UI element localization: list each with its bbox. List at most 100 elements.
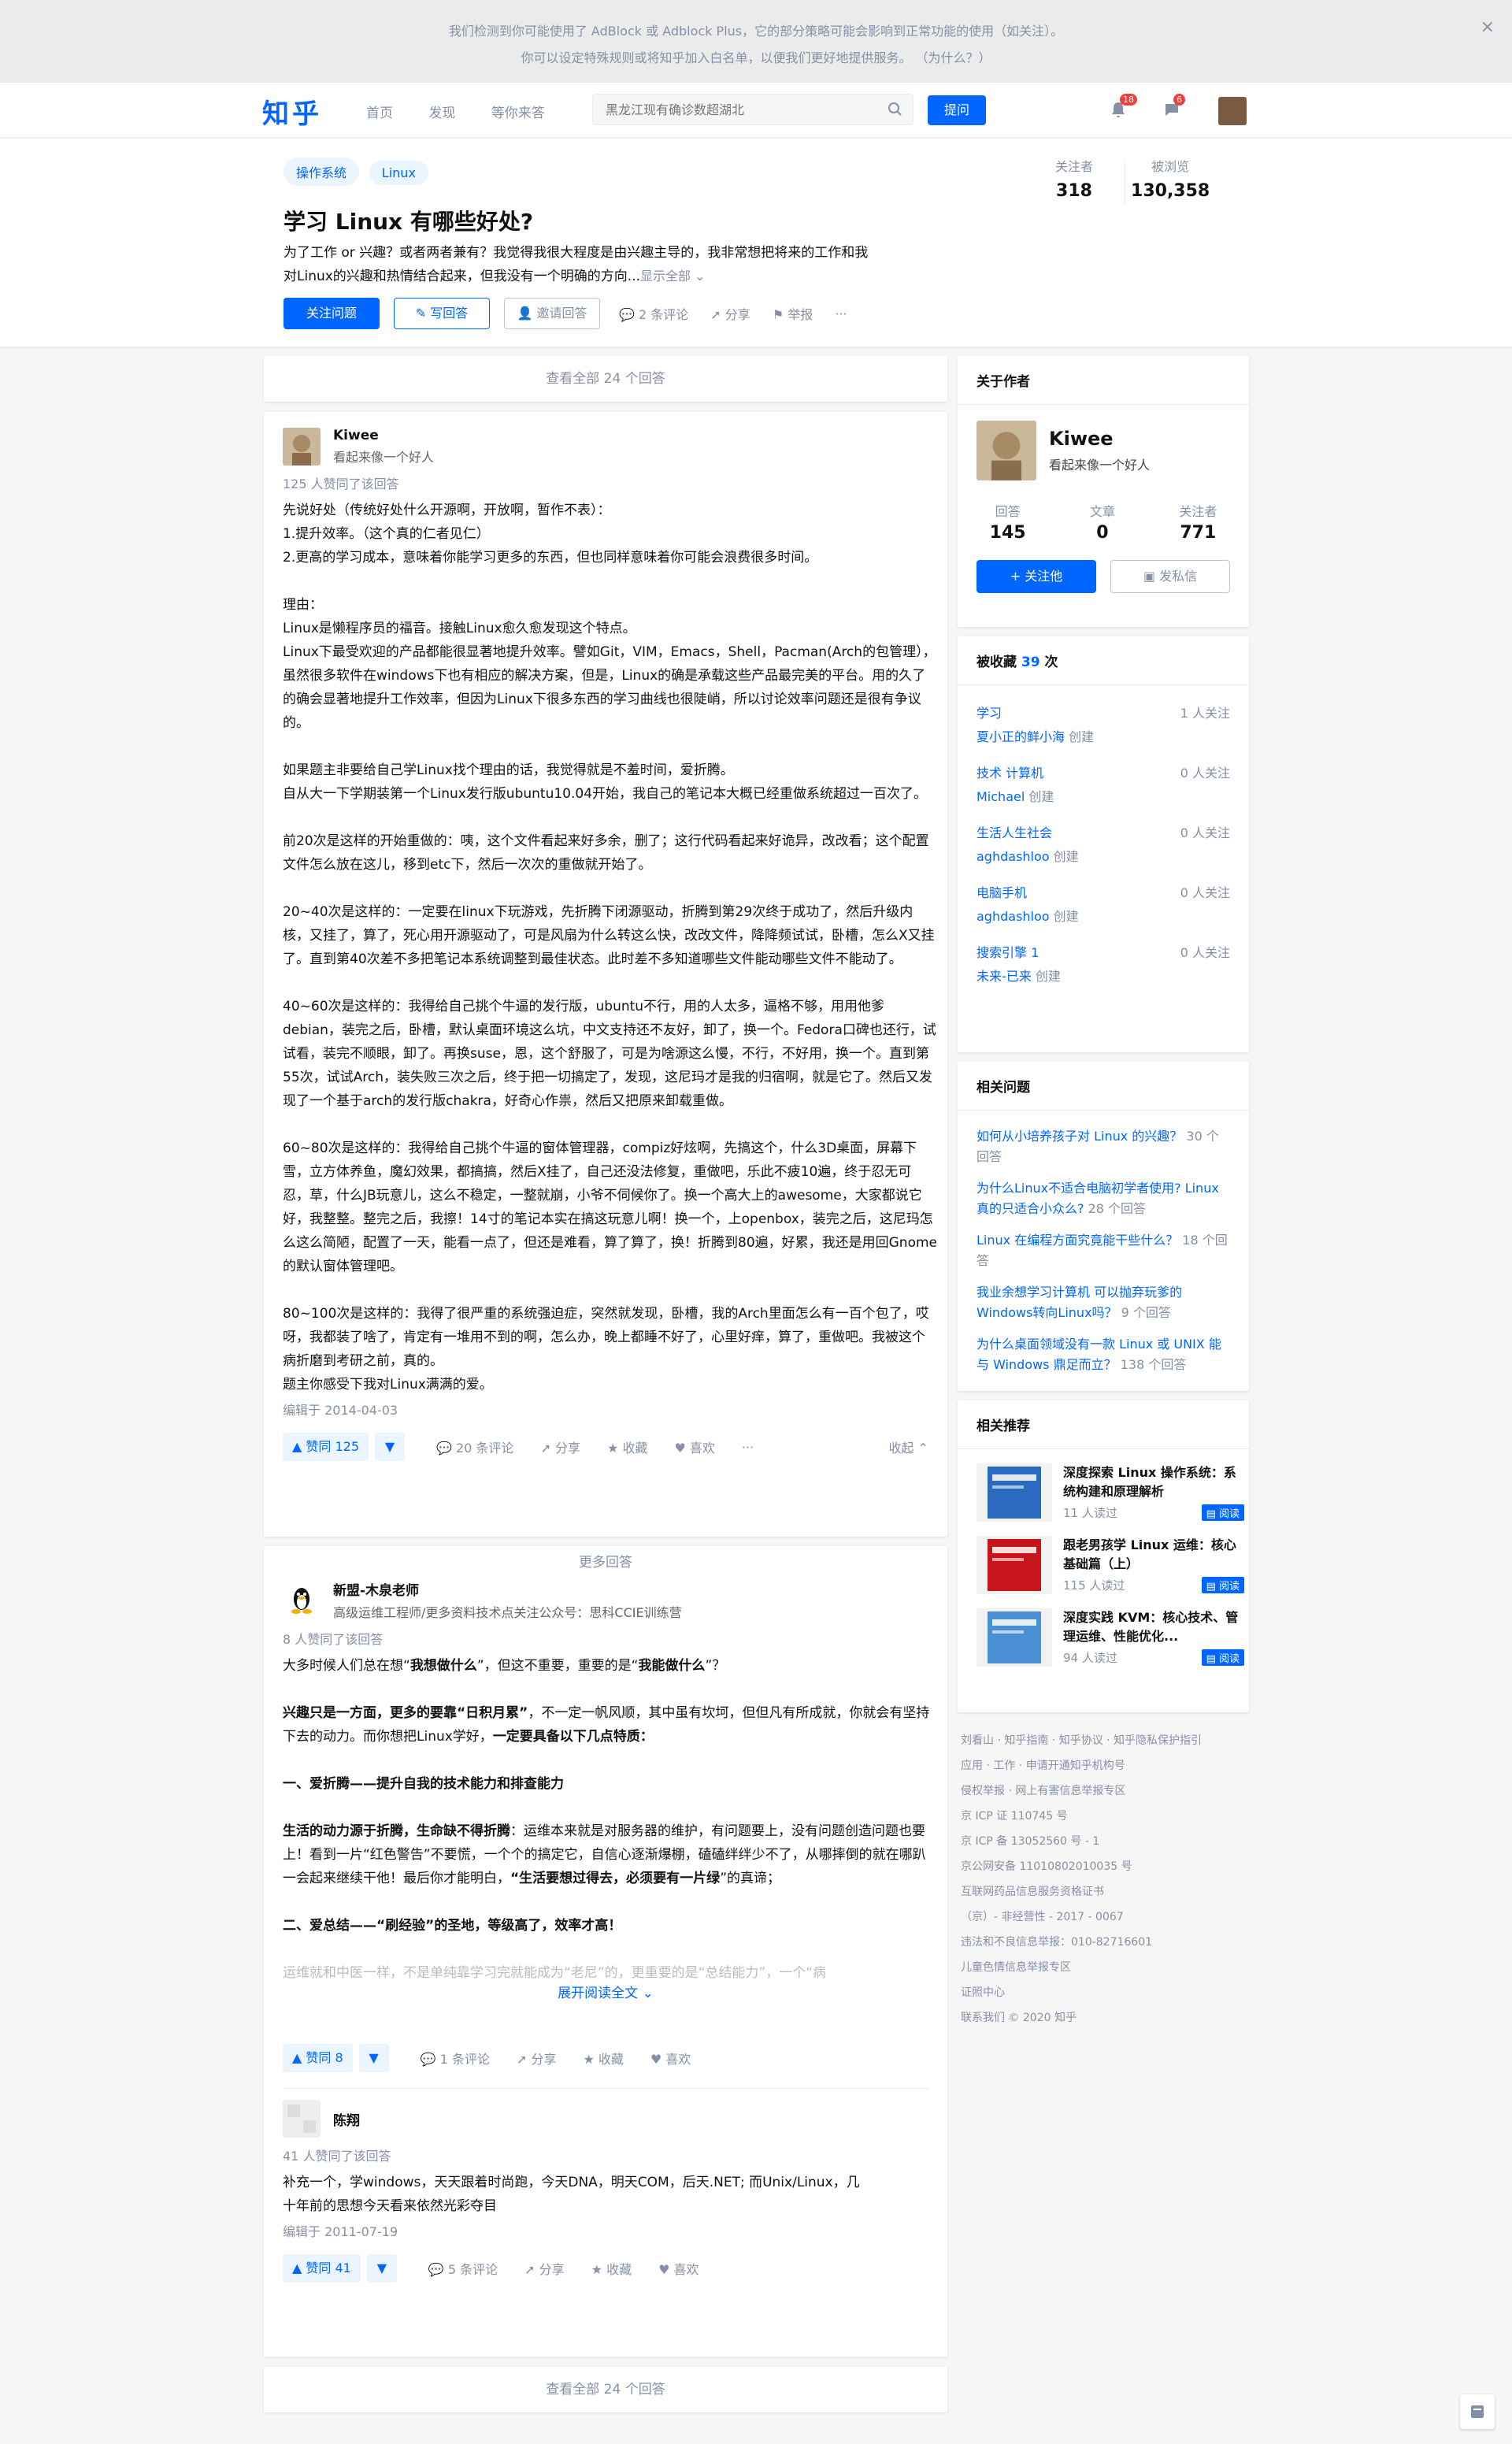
recommend-title[interactable]: 跟老男孩学 Linux 运维：核心基础篇（上） — [1063, 1536, 1244, 1574]
search-icon[interactable] — [888, 102, 903, 121]
ask-button[interactable]: 提问 — [928, 95, 986, 125]
related-question[interactable]: 为什么桌面领域没有一款 Linux 或 UNIX 能与 Windows 鼎足而立… — [958, 1334, 1249, 1375]
more-icon[interactable]: ··· — [742, 1440, 754, 1455]
like-button[interactable]: ♥ 喜欢 — [658, 2259, 699, 2278]
question-share[interactable]: ➚ 分享 — [710, 304, 750, 323]
like-button[interactable]: ♥ 喜欢 — [674, 1437, 714, 1456]
avatar[interactable] — [283, 428, 321, 465]
collection-creator[interactable]: Michael 创建 — [976, 786, 1054, 805]
share-button[interactable]: ➚ 分享 — [517, 2049, 557, 2068]
collection-item[interactable]: 生活人生社会 aghdashloo 创建 0 人关注 — [958, 822, 1249, 865]
collection-item[interactable]: 搜索引擎 1 未来-已来 创建 0 人关注 — [958, 942, 1249, 985]
avatar[interactable] — [283, 2100, 321, 2138]
adblock-line2[interactable]: 你可以设定特殊规则或将知乎加入白名单，以便我们更好地提供服务。 （为什么？） — [0, 47, 1512, 66]
chevron-down-icon[interactable]: ⌄ — [691, 269, 705, 284]
search-input[interactable] — [593, 95, 876, 124]
collapse-button[interactable]: 收起 ⌃ — [889, 1437, 929, 1456]
more-icon[interactable]: ··· — [835, 306, 847, 321]
message-icon[interactable]: 6 — [1162, 94, 1185, 122]
like-button[interactable]: ♥ 喜欢 — [650, 2049, 691, 2068]
bell-icon[interactable]: 18 — [1109, 94, 1137, 122]
collect-button[interactable]: ★ 收藏 — [583, 2049, 623, 2068]
creator-name[interactable]: 未来-已来 — [976, 969, 1032, 984]
invite-answer-button[interactable]: 👤 邀请回答 — [504, 298, 600, 329]
collection-creator[interactable]: aghdashloo 创建 — [976, 906, 1079, 925]
comment-button[interactable]: 💬 20 条评论 — [436, 1437, 513, 1456]
feedback-icon[interactable] — [1460, 2394, 1495, 2429]
recommend-item[interactable]: 深度探索 Linux 操作系统：系统构建和原理解析 11 人读过 ▤ 阅读 — [958, 1463, 1249, 1522]
footer-line[interactable]: 侵权举报 · 网上有害信息举报专区 — [961, 1778, 1252, 1804]
recommend-item[interactable]: 深度实践 KVM：核心技术、管理运维、性能优化... 94 人读过 ▤ 阅读 — [958, 1608, 1249, 1667]
close-icon[interactable]: × — [1480, 17, 1495, 37]
view-all-answers-top[interactable]: 查看全部 24 个回答 — [264, 356, 947, 402]
collection-creator[interactable]: 夏小正的鲜小海 创建 — [976, 726, 1094, 745]
related-question[interactable]: 我业余想学习计算机 可以抛弃玩爹的Windows转向Linux吗？ 9 个回答 — [958, 1282, 1249, 1323]
footer-line[interactable]: 证照中心 — [961, 1980, 1252, 2005]
footer-line[interactable]: 刘看山 · 知乎指南 · 知乎协议 · 知乎隐私保护指引 — [961, 1728, 1252, 1753]
related-question-title[interactable]: Linux 在编程方面究竟能干些什么？ — [976, 1233, 1178, 1248]
share-button[interactable]: ➚ 分享 — [541, 1437, 581, 1456]
zhihu-logo[interactable]: 知乎 — [262, 92, 322, 131]
collection-name[interactable]: 技术 计算机 — [976, 762, 1054, 781]
creator-name[interactable]: Michael — [976, 789, 1025, 804]
collection-item[interactable]: 学习 夏小正的鲜小海 创建 1 人关注 — [958, 703, 1249, 745]
author-name[interactable]: 陈翔 — [333, 2109, 360, 2129]
collected-count[interactable]: 39 — [1021, 655, 1040, 670]
downvote-button[interactable]: ▼ — [375, 1433, 406, 1461]
follow-question-button[interactable]: 关注问题 — [284, 298, 380, 329]
recommend-title[interactable]: 深度实践 KVM：核心技术、管理运维、性能优化... — [1063, 1608, 1244, 1646]
footer-line[interactable]: 应用 · 工作 · 申请开通知乎机构号 — [961, 1753, 1252, 1778]
author-name[interactable]: Kiwee — [333, 428, 434, 443]
footer-line[interactable]: 互联网药品信息服务资格证书 — [961, 1879, 1252, 1904]
book-cover[interactable] — [976, 1463, 1052, 1522]
related-question[interactable]: 为什么Linux不适合电脑初学者使用? Linux真的只适合小众么? 28 个回… — [958, 1178, 1249, 1219]
footer-line[interactable]: 违法和不良信息举报：010-82716601 — [961, 1930, 1252, 1955]
creator-name[interactable]: aghdashloo — [976, 849, 1050, 864]
comment-button[interactable]: 💬 1 条评论 — [421, 2049, 490, 2068]
footer-line[interactable]: 儿童色情信息举报专区 — [961, 1955, 1252, 1980]
footer-line[interactable]: 京 ICP 证 110745 号 — [961, 1804, 1252, 1829]
footer-line[interactable]: 京 ICP 备 13052560 号 - 1 — [961, 1829, 1252, 1854]
book-cover[interactable] — [976, 1608, 1052, 1667]
articles-stat[interactable]: 文章 0 — [1090, 501, 1115, 543]
user-avatar[interactable] — [1218, 97, 1247, 125]
collection-name[interactable]: 生活人生社会 — [976, 822, 1079, 841]
read-button[interactable]: ▤ 阅读 — [1201, 1577, 1244, 1593]
book-cover[interactable] — [976, 1536, 1052, 1594]
footer-line[interactable]: 京公网安备 11010802010035 号 — [961, 1854, 1252, 1879]
send-message-button[interactable]: ▣ 发私信 — [1110, 560, 1230, 593]
share-button[interactable]: ➚ 分享 — [524, 2259, 565, 2278]
view-all-answers-bottom[interactable]: 查看全部 24 个回答 — [264, 2367, 947, 2412]
follow-author-button[interactable]: + 关注他 — [976, 560, 1096, 593]
collect-button[interactable]: ★ 收藏 — [607, 1437, 647, 1456]
nav-waiting[interactable]: 等你来答 — [491, 106, 545, 121]
downvote-button[interactable]: ▼ — [358, 2044, 389, 2072]
related-question[interactable]: 如何从小培养孩子对 Linux 的兴趣？ 30 个回答 — [958, 1126, 1249, 1167]
followers-stat[interactable]: 关注者 771 — [1179, 501, 1217, 543]
collection-name[interactable]: 电脑手机 — [976, 882, 1079, 901]
author-name[interactable]: 新盟-木泉老师 — [333, 1579, 682, 1599]
avatar[interactable] — [283, 1581, 321, 1619]
nav-explore[interactable]: 发现 — [428, 106, 455, 121]
collection-creator[interactable]: 未来-已来 创建 — [976, 966, 1061, 985]
question-comments[interactable]: 💬 2 条评论 — [619, 304, 688, 323]
topic-tag[interactable]: Linux — [369, 161, 428, 185]
topic-tag[interactable]: 操作系统 — [284, 158, 360, 186]
collection-name[interactable]: 搜索引擎 1 — [976, 942, 1061, 961]
read-button[interactable]: ▤ 阅读 — [1201, 1504, 1244, 1521]
downvote-button[interactable]: ▼ — [366, 2254, 397, 2283]
upvote-button[interactable]: ▲ 赞同 41 — [283, 2254, 361, 2283]
answers-stat[interactable]: 回答 145 — [990, 501, 1026, 543]
related-question-title[interactable]: 如何从小培养孩子对 Linux 的兴趣？ — [976, 1129, 1182, 1144]
read-button[interactable]: ▤ 阅读 — [1201, 1649, 1244, 1666]
comment-button[interactable]: 💬 5 条评论 — [428, 2259, 498, 2278]
author-name[interactable]: Kiwee — [1049, 428, 1150, 450]
avatar[interactable] — [976, 421, 1036, 480]
question-report[interactable]: ⚑ 举报 — [773, 304, 813, 323]
recommend-title[interactable]: 深度探索 Linux 操作系统：系统构建和原理解析 — [1063, 1463, 1244, 1501]
collection-item[interactable]: 电脑手机 aghdashloo 创建 0 人关注 — [958, 882, 1249, 925]
upvote-button[interactable]: ▲ 赞同 125 — [283, 1433, 369, 1461]
collect-button[interactable]: ★ 收藏 — [591, 2259, 632, 2278]
write-answer-button[interactable]: ✎ 写回答 — [394, 298, 490, 329]
collection-name[interactable]: 学习 — [976, 703, 1094, 721]
